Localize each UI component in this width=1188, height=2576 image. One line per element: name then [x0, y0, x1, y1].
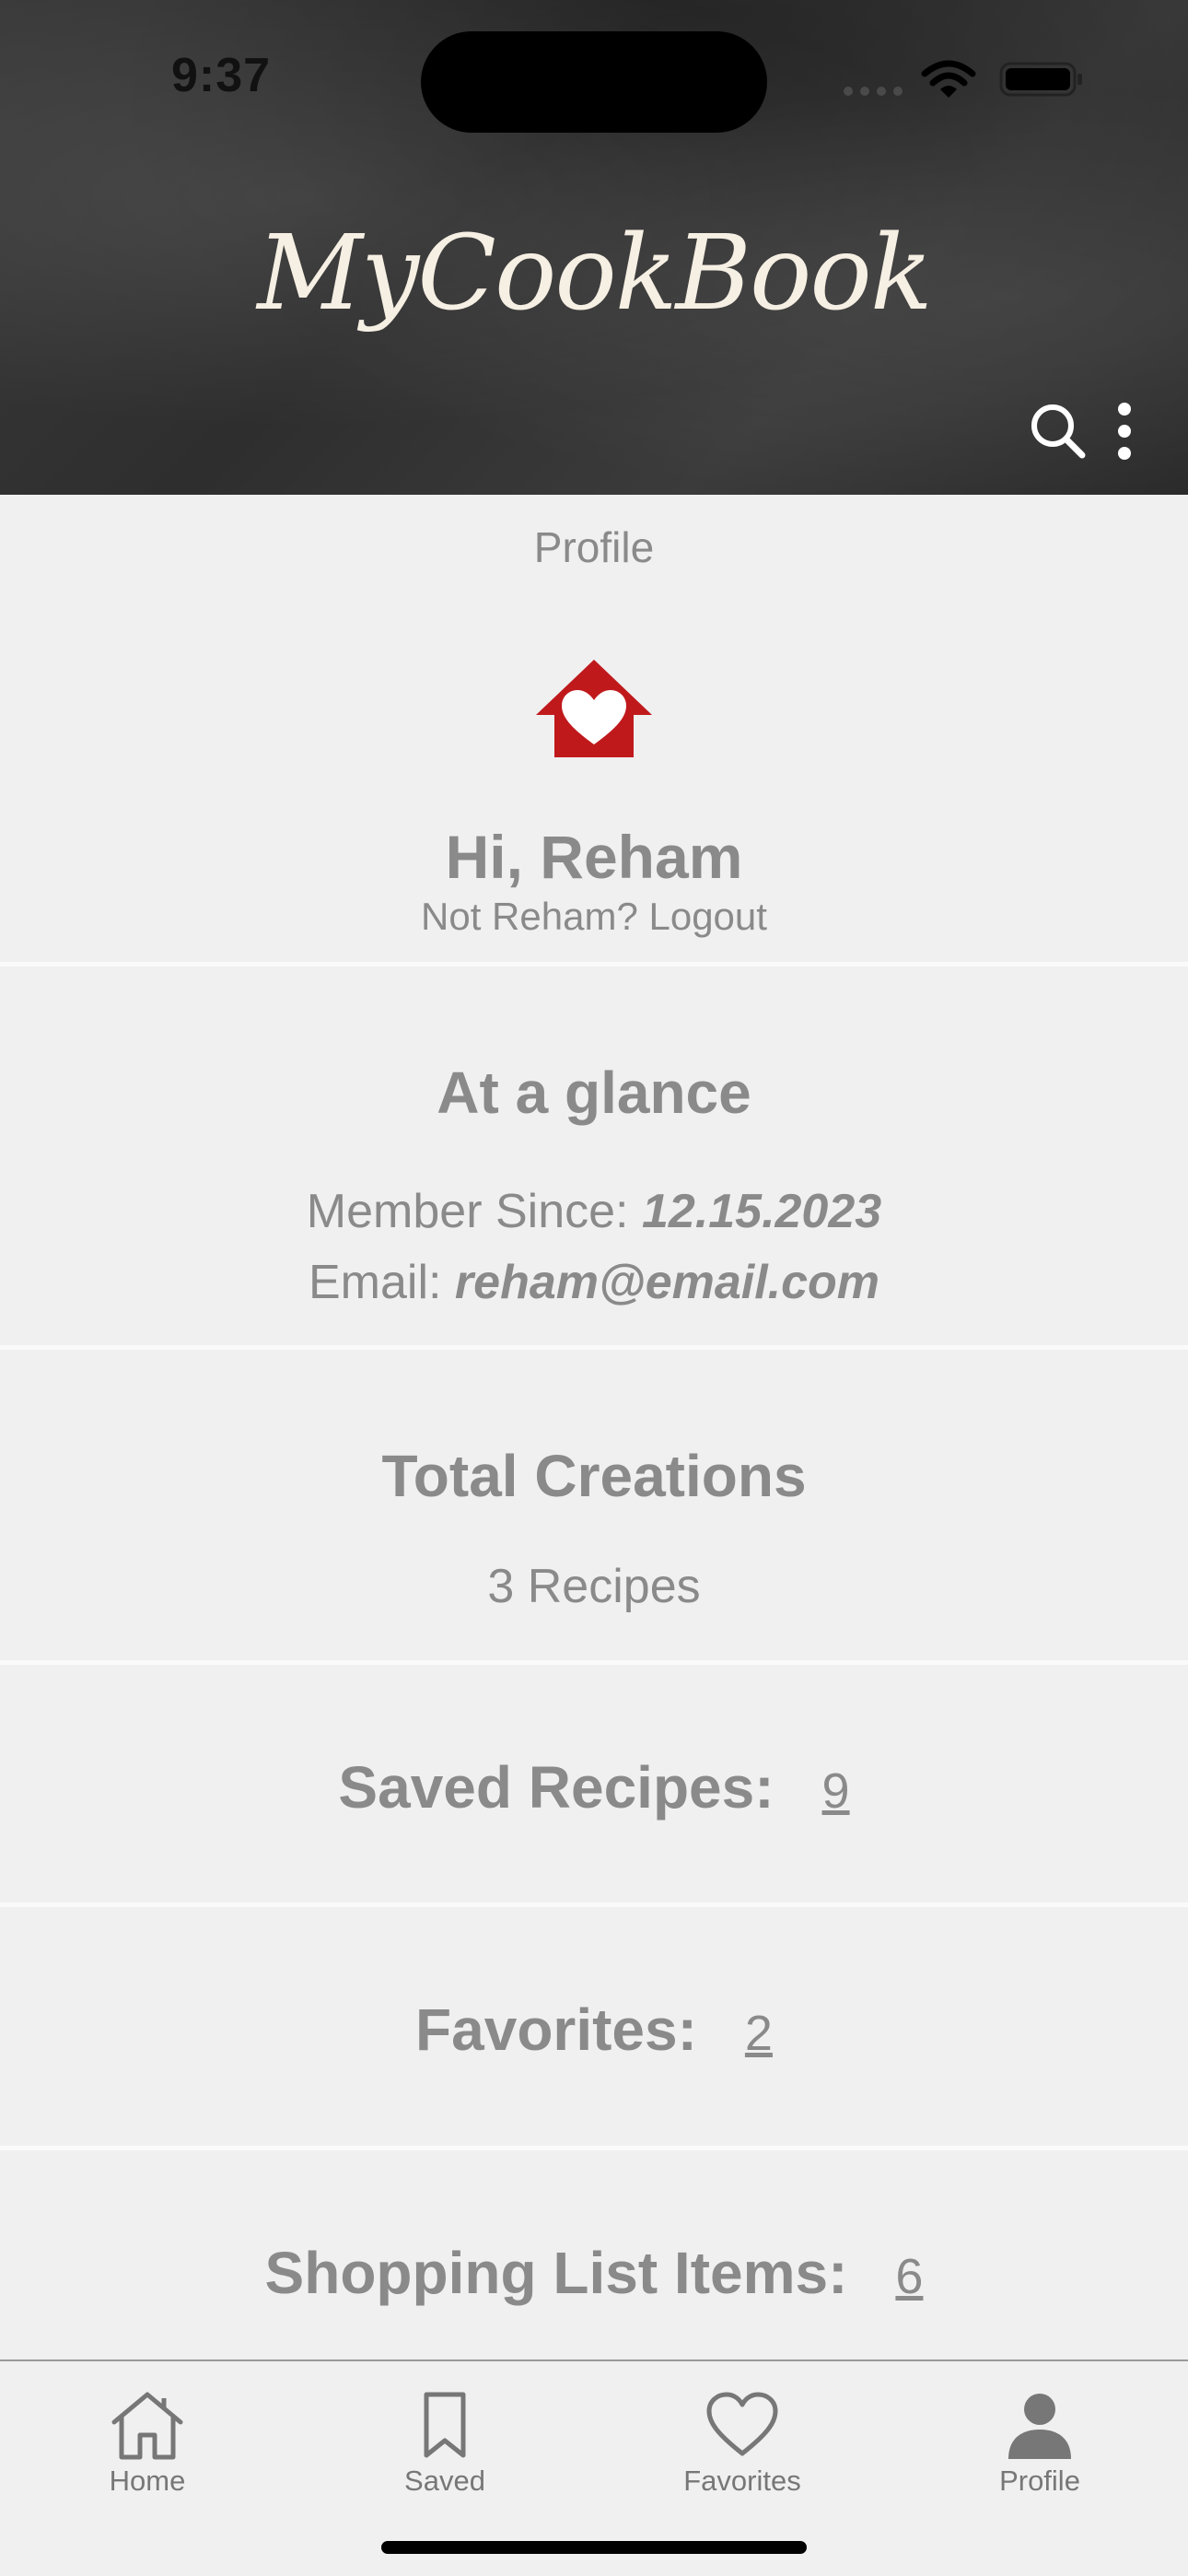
favorites-count[interactable]: 2: [745, 2006, 773, 2061]
favorites-row: Favorites: 2: [0, 1996, 1188, 2064]
heart-icon: [706, 2392, 778, 2456]
tab-saved-label: Saved: [404, 2465, 485, 2497]
profile-content: Profile Hi, Reham Not Reham? Logout At a…: [0, 495, 1188, 2359]
logout-line: Not Reham? Logout: [0, 895, 1188, 939]
at-a-glance-heading: At a glance: [437, 1060, 751, 1126]
favorites-section: Favorites: 2: [0, 1907, 1188, 2146]
saved-recipes-count[interactable]: 9: [822, 1763, 850, 1819]
cellular-signal-icon: [844, 87, 903, 96]
shopping-list-count[interactable]: 6: [895, 2249, 923, 2304]
app-header: 9:37 MyCookBook: [0, 0, 1188, 495]
email-value: reham@email.com: [454, 1256, 880, 1309]
favorites-label: Favorites:: [415, 1996, 697, 2063]
saved-recipes-row: Saved Recipes: 9: [0, 1753, 1188, 1821]
tab-favorites[interactable]: Favorites: [650, 2389, 834, 2509]
at-a-glance-section: At a glance Member Since: 12.15.2023 Ema…: [0, 966, 1188, 1345]
shopping-list-label: Shopping List Items:: [264, 2240, 848, 2306]
home-icon: [111, 2392, 183, 2460]
profile-screen: 9:37 MyCookBook Profile Hi, Reham Not Re…: [0, 0, 1188, 2576]
bookmark-icon: [424, 2392, 466, 2458]
not-user-text: Not Reham?: [421, 895, 638, 938]
member-since-label: Member Since:: [306, 1185, 629, 1238]
more-vertical-icon[interactable]: [1111, 402, 1138, 461]
email-line: Email: reham@email.com: [0, 1255, 1188, 1310]
battery-icon: [999, 62, 1082, 97]
saved-recipes-section: Saved Recipes: 9: [0, 1665, 1188, 1903]
logout-link[interactable]: Logout: [648, 895, 766, 938]
email-label: Email:: [308, 1256, 442, 1309]
total-creations-section: Total Creations 3 Recipes: [0, 1350, 1188, 1660]
greeting: Hi, Reham: [445, 823, 743, 891]
search-icon[interactable]: [1029, 402, 1088, 461]
app-title: MyCookBook: [257, 214, 932, 334]
tab-profile[interactable]: Profile: [948, 2389, 1132, 2509]
tab-saved[interactable]: Saved: [353, 2389, 537, 2509]
total-creations-value: 3 Recipes: [487, 1560, 701, 1613]
house-heart-icon: [536, 660, 652, 757]
member-since-value: 12.15.2023: [641, 1185, 882, 1238]
profile-section: Profile Hi, Reham Not Reham? Logout: [0, 495, 1188, 962]
wifi-icon: [921, 60, 976, 98]
home-indicator: [381, 2541, 807, 2554]
dynamic-island: [421, 31, 767, 133]
page-title: Profile: [533, 523, 655, 571]
member-since-line: Member Since: 12.15.2023: [0, 1184, 1188, 1239]
tab-favorites-label: Favorites: [683, 2465, 801, 2497]
shopping-list-section: Shopping List Items: 6: [0, 2150, 1188, 2359]
tab-home-label: Home: [109, 2465, 186, 2497]
status-time: 9:37: [171, 49, 272, 102]
total-creations-heading: Total Creations: [381, 1443, 807, 1509]
shopping-list-row: Shopping List Items: 6: [0, 2239, 1188, 2307]
person-icon: [1008, 2394, 1071, 2459]
tab-home[interactable]: Home: [55, 2389, 239, 2509]
tab-profile-label: Profile: [999, 2465, 1080, 2497]
saved-recipes-label: Saved Recipes:: [338, 1754, 775, 1821]
